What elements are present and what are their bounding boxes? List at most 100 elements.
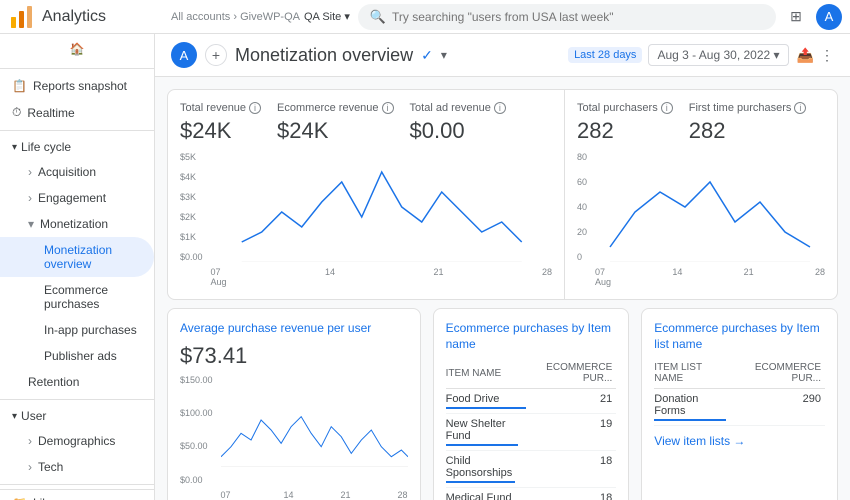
logo-area: Analytics	[8, 3, 163, 31]
sidebar-item-demographics[interactable]: › Demographics	[0, 428, 154, 454]
item-list-name-cell: Donation Forms	[654, 389, 729, 426]
top-metrics-section: Total revenue i $24K Ecommerce revenue i…	[155, 77, 850, 308]
avg-x-axis: 07Aug 14 21 28	[221, 488, 408, 500]
search-bar[interactable]: 🔍	[358, 4, 776, 30]
ecommerce-table1-body: Food Drive 21 New Shelter Fund 19 Child …	[446, 389, 617, 500]
item-value-cell: 18	[530, 451, 616, 488]
revenue-metrics: Total revenue i $24K Ecommerce revenue i…	[168, 90, 565, 299]
ecommerce-revenue-metric: Ecommerce revenue i $24K	[277, 102, 394, 152]
header-actions: ⊞ A	[784, 4, 842, 30]
content-area: A + Monetization overview ✓ ▾ Last 28 da…	[155, 34, 850, 500]
sidebar-item-inapp[interactable]: In-app purchases	[0, 317, 154, 343]
ecommerce-table1-card: Ecommerce purchases by Item name ITEM NA…	[433, 308, 630, 500]
verified-icon: ✓	[421, 47, 433, 64]
total-revenue-label: Total revenue i	[180, 102, 261, 114]
realtime-icon: ⏱	[12, 105, 21, 120]
y-axis-right: 80 60 40 20 0	[577, 152, 591, 262]
purchaser-chart-area: 80 60 40 20 0 07Aug	[577, 152, 825, 287]
table-row: Food Drive 21	[446, 389, 617, 414]
chevron-right-icon: ›	[28, 434, 32, 448]
total-purchasers-info-icon[interactable]: i	[661, 102, 673, 114]
content-header: A + Monetization overview ✓ ▾ Last 28 da…	[155, 34, 850, 77]
avg-purchase-card: Average purchase revenue per user $73.41…	[167, 308, 421, 500]
x-axis-labels: 07Aug 14 21 28	[211, 265, 552, 287]
first-time-value: 282	[689, 118, 807, 144]
total-ad-value: $0.00	[410, 118, 506, 144]
search-icon: 🔍	[370, 9, 386, 25]
page-title: Monetization overview	[235, 45, 413, 66]
ecommerce-revenue-label: Ecommerce revenue i	[277, 102, 394, 114]
sidebar-item-library[interactable]: 📁 Library	[0, 489, 154, 500]
revenue-labels-row: Total revenue i $24K Ecommerce revenue i…	[180, 102, 552, 152]
sidebar-item-ecommerce[interactable]: Ecommerce purchases	[0, 277, 154, 317]
sidebar-item-retention[interactable]: Retention	[0, 369, 154, 395]
top-metrics-card: Total revenue i $24K Ecommerce revenue i…	[167, 89, 838, 300]
item-bar	[446, 407, 527, 409]
col-ecommerce-pur: ECOMMERCE PUR...	[530, 358, 616, 389]
date-selector[interactable]: Aug 3 - Aug 30, 2022 ▾	[648, 44, 788, 66]
item-value-cell: 18	[530, 488, 616, 500]
item-name-cell: New Shelter Fund	[446, 414, 531, 451]
ecommerce-revenue-info-icon[interactable]: i	[382, 102, 394, 114]
total-ad-revenue-metric: Total ad revenue i $0.00	[410, 102, 506, 152]
more-options-icon[interactable]: ⋮	[820, 47, 834, 64]
revenue-chart: 07Aug 14 21 28	[211, 152, 552, 287]
item-name-cell: Child Sponsorships	[446, 451, 531, 488]
sidebar-item-monetization[interactable]: ▾ Monetization	[0, 211, 154, 237]
chevron-right-icon: ›	[28, 460, 32, 474]
purchaser-chart: 07Aug 14 21 28	[595, 152, 825, 287]
sidebar-group-lifecycle[interactable]: ▾ Life cycle	[0, 135, 154, 159]
purchaser-metrics: Total purchasers i 282 First time purcha…	[565, 90, 837, 299]
sidebar-item-realtime[interactable]: ⏱ Realtime	[0, 99, 154, 126]
col-item-name: ITEM NAME	[446, 358, 531, 389]
bottom-row: Average purchase revenue per user $73.41…	[155, 308, 850, 500]
sidebar-home-icon[interactable]: 🏠	[0, 34, 154, 64]
total-revenue-value: $24K	[180, 118, 261, 144]
table-header-row: ITEM NAME ECOMMERCE PUR...	[446, 358, 617, 389]
y-axis-labels: $5K $4K $3K $2K $1K $0.00	[180, 152, 207, 262]
table-row: Medical Fund 18	[446, 488, 617, 500]
grid-icon[interactable]: ⊞	[784, 5, 808, 29]
item-value-cell: 21	[530, 389, 616, 414]
sidebar: 🏠 📋 Reports snapshot ⏱ Realtime ▾ Life c…	[0, 34, 155, 500]
sidebar-item-publisher[interactable]: Publisher ads	[0, 343, 154, 369]
table-row: Donation Forms 290	[654, 389, 825, 426]
expand-down-icon: ▾	[28, 217, 34, 231]
item-name-cell: Medical Fund	[446, 488, 531, 500]
dropdown-icon[interactable]: ▾	[441, 48, 447, 62]
sidebar-item-reports[interactable]: 📋 Reports snapshot	[0, 73, 154, 99]
total-revenue-metric: Total revenue i $24K	[180, 102, 261, 152]
date-label-badge: Last 28 days	[568, 47, 642, 63]
share-icon[interactable]: 📤	[797, 47, 814, 64]
x-axis-right-labels: 07Aug 14 21 28	[595, 265, 825, 287]
total-revenue-info-icon[interactable]: i	[249, 102, 261, 114]
search-input[interactable]	[392, 10, 764, 24]
first-time-purchasers-metric: First time purchasers i 282	[689, 102, 807, 152]
ecommerce-table2: ITEM LIST NAME ECOMMERCE PUR... Donation…	[654, 358, 825, 426]
add-button[interactable]: +	[205, 44, 227, 66]
revenue-chart-area: $5K $4K $3K $2K $1K $0.00	[180, 152, 552, 287]
avg-purchase-title: Average purchase revenue per user	[180, 321, 408, 337]
avatar[interactable]: A	[816, 4, 842, 30]
view-item-lists-link[interactable]: View item lists →	[654, 434, 825, 448]
ecommerce-table1-title: Ecommerce purchases by Item name	[446, 321, 617, 352]
sidebar-item-monetization-overview[interactable]: Monetization overview	[0, 237, 154, 277]
sidebar-item-tech[interactable]: › Tech	[0, 454, 154, 480]
first-time-info-icon[interactable]: i	[794, 102, 806, 114]
avg-chart: 07Aug 14 21 28	[221, 375, 408, 500]
avg-y-axis: $150.00 $100.00 $50.00 $0.00	[180, 375, 217, 485]
reports-icon: 📋	[12, 79, 27, 93]
item-bar	[446, 481, 515, 483]
item-name-cell: Food Drive	[446, 389, 531, 414]
revenue-sparkline	[211, 152, 552, 262]
total-ad-info-icon[interactable]: i	[494, 102, 506, 114]
ecommerce-table1: ITEM NAME ECOMMERCE PUR... Food Drive 21…	[446, 358, 617, 500]
sidebar-item-acquisition[interactable]: › Acquisition	[0, 159, 154, 185]
sidebar-item-engagement[interactable]: › Engagement	[0, 185, 154, 211]
sidebar-group-user[interactable]: ▾ User	[0, 404, 154, 428]
table-row: Child Sponsorships 18	[446, 451, 617, 488]
chevron-right-icon: ›	[28, 165, 32, 179]
total-purchasers-metric: Total purchasers i 282	[577, 102, 673, 152]
ecommerce-revenue-value: $24K	[277, 118, 394, 144]
app-header: Analytics All accounts › GiveWP-QA QA Si…	[0, 0, 850, 34]
